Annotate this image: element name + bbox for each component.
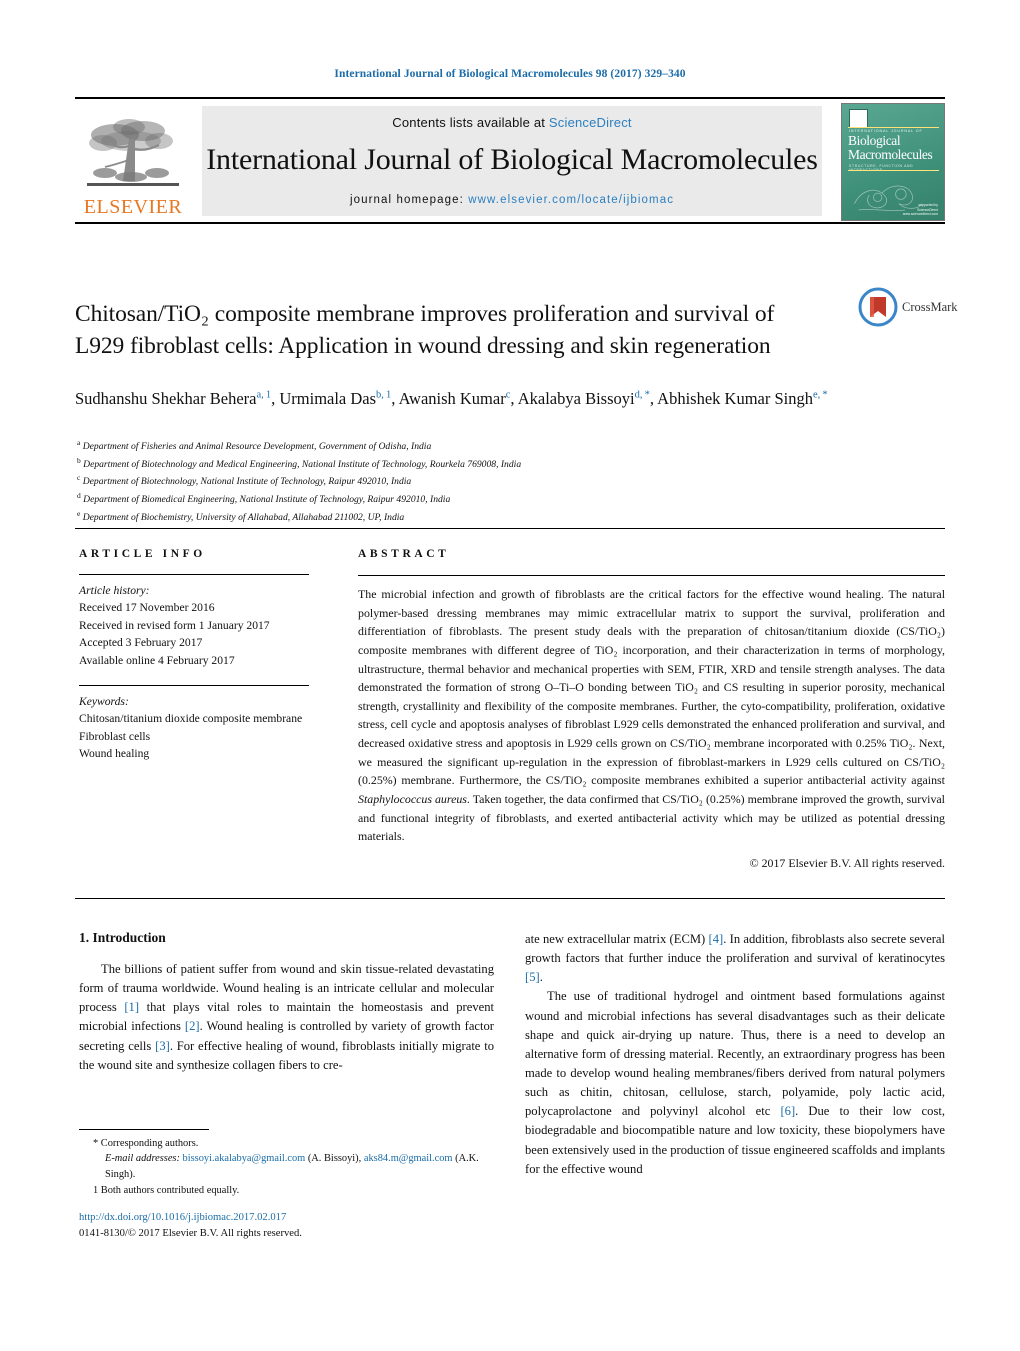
article-info-rule	[79, 574, 309, 575]
journal-title: International Journal of Biological Macr…	[206, 143, 818, 176]
issn-copyright-line: 0141-8130/© 2017 Elsevier B.V. All right…	[79, 1227, 302, 1239]
affiliation-text: Department of Biotechnology and Medical …	[83, 458, 522, 470]
journal-homepage-line: journal homepage: www.elsevier.com/locat…	[202, 177, 822, 206]
contents-prefix: Contents lists available at	[392, 115, 549, 130]
author-list: Sudhanshu Shekhar Beheraa, 1, Urmimala D…	[75, 389, 828, 408]
masthead-top-rule	[75, 97, 945, 99]
abstract-rule	[358, 575, 945, 576]
cover-rule-top	[848, 127, 939, 128]
paragraph: The billions of patient suffer from woun…	[79, 962, 494, 1072]
abstract-bottom-rule	[75, 898, 945, 899]
keywords-rule	[79, 684, 309, 686]
elsevier-logo: ELSEVIER	[77, 105, 189, 217]
history-item: Received 17 November 2016	[79, 601, 215, 615]
contents-line: Contents lists available at ScienceDirec…	[202, 106, 822, 130]
sciencedirect-link[interactable]: ScienceDirect	[549, 115, 632, 130]
keyword-item: Chitosan/titanium dioxide composite memb…	[79, 712, 303, 726]
keyword-item: Wound healing	[79, 747, 150, 761]
masthead-bottom-rule	[75, 222, 945, 224]
keywords-block: Keywords: Chitosan/titanium dioxide comp…	[79, 693, 309, 763]
article-history: Article history: Received 17 November 20…	[79, 582, 309, 669]
affiliation-text: Department of Biomedical Engineering, Na…	[83, 494, 451, 506]
journal-cover-thumbnail: INTERNATIONAL JOURNAL OF Biological Macr…	[841, 103, 945, 221]
body-column-right: ate new extracellular matrix (ECM) [4]. …	[525, 930, 945, 1179]
affiliation-label: c	[77, 473, 81, 483]
affiliation-text: Department of Fisheries and Animal Resou…	[82, 441, 432, 453]
email-owner-1: (A. Bissoyi),	[307, 1153, 362, 1165]
affiliation-item: b Department of Biotechnology and Medica…	[77, 455, 937, 473]
affiliation-label: d	[77, 491, 81, 501]
keyword-item: Fibroblast cells	[79, 729, 151, 743]
keywords-label: Keywords:	[79, 694, 129, 708]
body-column-left: 1. Introduction The billions of patient …	[79, 930, 494, 1075]
elsevier-wordmark: ELSEVIER	[83, 196, 183, 218]
paragraph: The use of traditional hydrogel and oint…	[525, 989, 945, 1176]
affiliation-item: d Department of Biomedical Engineering, …	[77, 490, 937, 508]
cover-publisher-badge	[849, 109, 868, 128]
crossmark-badge[interactable]: CrossMark	[858, 284, 964, 330]
email-link-2[interactable]: aks84.m@gmail.com	[364, 1153, 453, 1164]
email-note: E-mail addresses: bissoyi.akalabya@gmail…	[79, 1151, 509, 1182]
section-heading-introduction: 1. Introduction	[79, 930, 166, 945]
cover-title: Biological Macromolecules	[848, 134, 940, 162]
affiliation-item: e Department of Biochemistry, University…	[77, 508, 937, 526]
article-info-panel: ARTICLE INFO Article history: Received 1…	[79, 548, 309, 763]
info-top-rule	[75, 528, 945, 529]
crossmark-icon	[858, 287, 898, 327]
elsevier-tree-icon	[87, 119, 179, 186]
cover-footer-line3: www.sciencedirect.com	[902, 211, 938, 216]
footer-doi-block: http://dx.doi.org/10.1016/j.ijbiomac.201…	[79, 1210, 539, 1242]
paragraph: ate new extracellular matrix (ECM) [4]. …	[525, 932, 945, 985]
affiliation-label: a	[77, 438, 81, 447]
cover-rule-bottom	[848, 170, 939, 171]
history-item: Available online 4 February 2017	[79, 653, 235, 667]
corresponding-author-note: * Corresponding authors.	[93, 1138, 199, 1149]
journal-banner: Contents lists available at ScienceDirec…	[202, 106, 822, 216]
cover-footer: supported by ScienceDirect www.sciencedi…	[903, 203, 938, 216]
cover-title-line2: Macromolecules	[848, 146, 933, 162]
abstract-panel: ABSTRACT The microbial infection and gro…	[358, 548, 945, 871]
cover-title-line1: Biological	[848, 133, 901, 148]
affiliation-item: c Department of Biotechnology, National …	[77, 472, 937, 490]
article-info-heading: ARTICLE INFO	[79, 548, 206, 560]
affiliation-label: e	[77, 508, 81, 518]
affiliation-text: Department of Biotechnology, National In…	[82, 476, 412, 488]
homepage-label: journal homepage:	[349, 194, 469, 206]
history-item: Accepted 3 February 2017	[79, 636, 203, 650]
affiliation-text: Department of Biochemistry, University o…	[82, 512, 405, 524]
footnote-rule	[79, 1129, 209, 1130]
abstract-copyright: © 2017 Elsevier B.V. All rights reserved…	[749, 855, 945, 870]
crossmark-label: CrossMark	[902, 299, 958, 314]
equal-contribution-note: 1 Both authors contributed equally.	[93, 1185, 240, 1197]
email-label: E-mail addresses:	[105, 1153, 180, 1165]
homepage-url-link[interactable]: www.elsevier.com/locate/ijbiomac	[468, 194, 674, 206]
doi-link[interactable]: http://dx.doi.org/10.1016/j.ijbiomac.201…	[79, 1210, 539, 1226]
email-link-1[interactable]: bissoyi.akalabya@gmail.com	[183, 1153, 306, 1164]
abstract-body: The microbial infection and growth of fi…	[358, 587, 945, 844]
article-history-label: Article history:	[79, 584, 150, 597]
affiliation-list: a Department of Fisheries and Animal Res…	[77, 437, 937, 526]
journal-masthead: ELSEVIER Contents lists available at Sci…	[75, 97, 945, 224]
abstract-heading: ABSTRACT	[358, 548, 450, 560]
journal-article-page: International Journal of Biological Macr…	[0, 0, 1020, 1351]
running-head: International Journal of Biological Macr…	[334, 68, 686, 80]
affiliation-label: b	[77, 455, 81, 465]
affiliation-item: a Department of Fisheries and Animal Res…	[77, 437, 937, 455]
article-title: Chitosan/TiO₂ composite membrane improve…	[75, 300, 775, 359]
footnote-block: * Corresponding authors. E-mail addresse…	[79, 1136, 509, 1199]
history-item: Received in revised form 1 January 2017	[79, 618, 270, 632]
